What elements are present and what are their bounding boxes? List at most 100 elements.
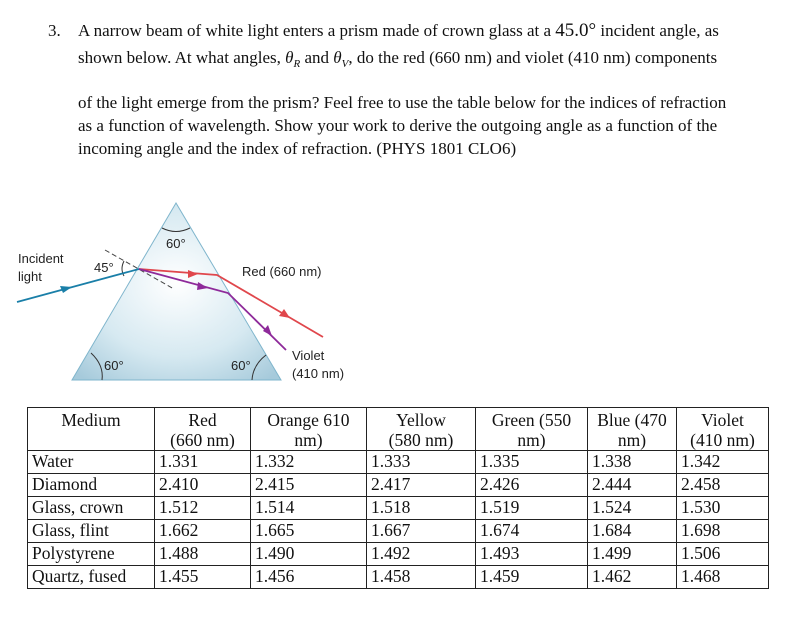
header-green: Green (550 nm) [475, 407, 588, 451]
header-text: Red [188, 410, 217, 430]
index-cell: 2.417 [366, 473, 476, 497]
header-yellow: Yellow (580 nm) [366, 407, 476, 451]
violet-ray-label-1: Violet [292, 348, 325, 363]
index-cell: 1.499 [587, 542, 677, 566]
index-cell: 1.488 [154, 542, 251, 566]
medium-cell: Glass, crown [27, 496, 155, 520]
incident-angle-label: 45° [94, 260, 114, 275]
index-cell: 1.684 [587, 519, 677, 543]
header-text: nm) [517, 430, 546, 450]
question-text: and [304, 48, 330, 67]
index-cell: 1.506 [676, 542, 769, 566]
index-cell: 2.415 [250, 473, 367, 497]
index-cell: 1.468 [676, 565, 769, 589]
red-ray-arrow-outside [279, 309, 290, 318]
index-cell: 1.662 [154, 519, 251, 543]
header-text: Orange 610 [267, 410, 350, 430]
incident-ray-arrow [60, 286, 72, 293]
question-line-5: incoming angle and the index of refracti… [78, 139, 517, 158]
header-violet: Violet (410 nm) [676, 407, 769, 451]
theta-r-subscript: R [293, 58, 301, 70]
prism [71, 202, 282, 381]
violet-ray-arrow-outside [263, 325, 272, 336]
refraction-index-table: Medium Red (660 nm) Orange 610 nm) Yellow(… [27, 407, 769, 589]
question-text: incident angle, as [600, 21, 719, 40]
index-cell: 1.338 [587, 450, 677, 474]
header-text: Green (550 [491, 410, 572, 430]
question-text: , do the red (660 nm) and violet (410 nm… [348, 48, 718, 67]
index-cell: 1.342 [676, 450, 769, 474]
medium-cell: Water [27, 450, 155, 474]
header-text: (410 nm) [690, 430, 755, 450]
table-header-row: Medium Red (660 nm) Orange 610 nm) Yellow(… [27, 407, 769, 451]
index-cell: 1.674 [475, 519, 588, 543]
question-line-4: as a function of wavelength. Show your w… [78, 116, 718, 135]
index-cell: 1.518 [366, 496, 476, 520]
header-text: Yellow [396, 410, 446, 430]
index-cell: 2.458 [676, 473, 769, 497]
index-cell: 1.512 [154, 496, 251, 520]
incident-angle-value: 45.0° [555, 20, 597, 41]
header-orange: Orange 610 nm) [250, 407, 367, 451]
header-text: Violet [701, 410, 744, 430]
index-cell: 1.458 [366, 565, 476, 589]
index-cell: 1.335 [475, 450, 588, 474]
header-text: (660 nm) [170, 430, 235, 450]
question-text: A narrow beam of white light enters a pr… [78, 21, 552, 40]
medium-cell: Glass, flint [27, 519, 155, 543]
prism-diagram: 60° 60° 60° 45° Incident light Red (660 … [16, 202, 344, 381]
index-cell: 1.455 [154, 565, 251, 589]
header-blue: Blue (470 nm) [587, 407, 677, 451]
index-cell: 2.410 [154, 473, 251, 497]
right-angle-label: 60° [231, 358, 251, 373]
header-red: Red (660 nm) [154, 407, 251, 451]
question-text: shown below. At what angles, [78, 48, 281, 67]
header-text: (580 nm) [388, 430, 454, 450]
index-cell: 1.524 [587, 496, 677, 520]
table-row: Water 1.331 1.332 1.333 1.335 1.338 1.342 [27, 450, 769, 474]
red-ray-label: Red (660 nm) [242, 264, 321, 279]
incident-light-label-1: Incident [18, 251, 64, 266]
medium-cell: Diamond [27, 473, 155, 497]
index-cell: 1.456 [250, 565, 367, 589]
index-cell: 1.698 [676, 519, 769, 543]
header-text: nm) [617, 430, 647, 450]
index-cell: 1.459 [475, 565, 588, 589]
index-cell: 1.665 [250, 519, 367, 543]
question-number: 3. [48, 21, 61, 40]
header-text: Medium [61, 410, 121, 430]
table-row: Quartz, fused 1.455 1.456 1.458 1.459 1.462 1.… [27, 565, 769, 589]
table-row: Glass, flint 1.662 1.665 1.667 1.674 1.684 1.6… [27, 519, 769, 543]
index-cell: 1.514 [250, 496, 367, 520]
index-cell: 2.444 [587, 473, 677, 497]
theta-v-symbol: θV [333, 48, 348, 70]
index-cell: 1.462 [587, 565, 677, 589]
apex-angle-label: 60° [166, 236, 186, 251]
table-row: Glass, crown 1.512 1.514 1.518 1.519 1.524 1.5… [27, 496, 769, 520]
question-line-2: shown below. At what angles, θR and θV, … [78, 45, 717, 77]
header-medium: Medium [27, 407, 155, 451]
question-line-1: A narrow beam of white light enters a pr… [78, 18, 719, 43]
index-cell: 1.333 [366, 450, 476, 474]
index-cell: 1.667 [366, 519, 476, 543]
index-cell: 1.493 [475, 542, 588, 566]
incident-light-label-2: light [18, 269, 42, 284]
left-angle-label: 60° [104, 358, 124, 373]
index-cell: 2.426 [475, 473, 588, 497]
index-cell: 1.490 [250, 542, 367, 566]
index-cell: 1.331 [154, 450, 251, 474]
table-row: Diamond 2.410 2.415 2.417 2.426 2.444 2.458 [27, 473, 769, 497]
header-text: Blue (470 [597, 410, 667, 430]
index-cell: 1.492 [366, 542, 476, 566]
violet-ray-label-2: (410 nm) [292, 366, 344, 381]
medium-cell: Polystyrene [27, 542, 155, 566]
medium-cell: Quartz, fused [27, 565, 155, 589]
question-line-3: of the light emerge from the prism? Feel… [78, 93, 727, 112]
table-row: Polystyrene 1.488 1.490 1.492 1.493 1.499 1.50… [27, 542, 769, 566]
index-cell: 1.519 [475, 496, 588, 520]
index-cell: 1.530 [676, 496, 769, 520]
index-cell: 1.332 [250, 450, 367, 474]
theta-r-symbol: θR [285, 48, 301, 70]
header-text: nm) [294, 430, 323, 450]
theta-symbol: θ [333, 48, 342, 67]
